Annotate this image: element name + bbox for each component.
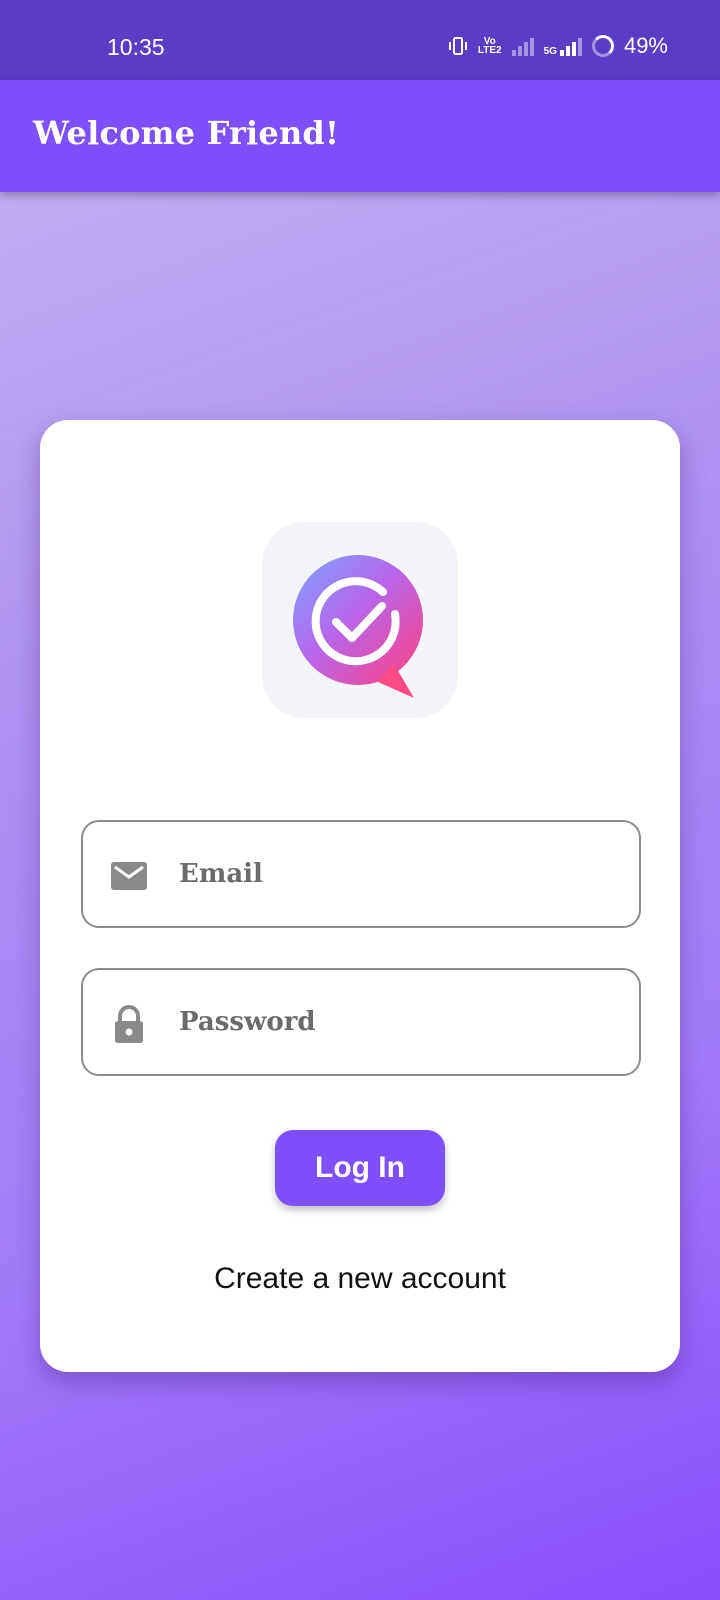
signal-icon-sim2: 5G [544,36,582,57]
battery-icon [591,35,614,57]
login-button[interactable]: Log In [275,1130,445,1206]
mail-icon [111,862,147,890]
create-account-link[interactable]: Create a new account [40,1262,680,1296]
status-time: 10:35 [107,34,165,60]
status-icons: Vo LTE2 5G 49% [448,33,668,59]
lock-icon [115,1005,143,1043]
status-bar: 10:35 Vo LTE2 5G 49% [0,0,720,80]
app-bar: Welcome Friend! [0,80,720,192]
app-title: Welcome Friend! [33,114,340,152]
login-card: Log In Create a new account [40,420,680,1372]
battery-percent: 49% [623,33,668,58]
password-field[interactable] [81,968,641,1076]
app-logo [262,522,458,718]
email-input[interactable] [179,842,619,906]
email-field[interactable] [81,820,641,928]
chat-check-logo-icon [293,555,423,698]
password-input[interactable] [179,990,619,1054]
vibrate-icon [448,37,467,55]
signal-icon-sim1 [511,36,534,56]
volte-icon: Vo LTE2 [477,36,502,56]
